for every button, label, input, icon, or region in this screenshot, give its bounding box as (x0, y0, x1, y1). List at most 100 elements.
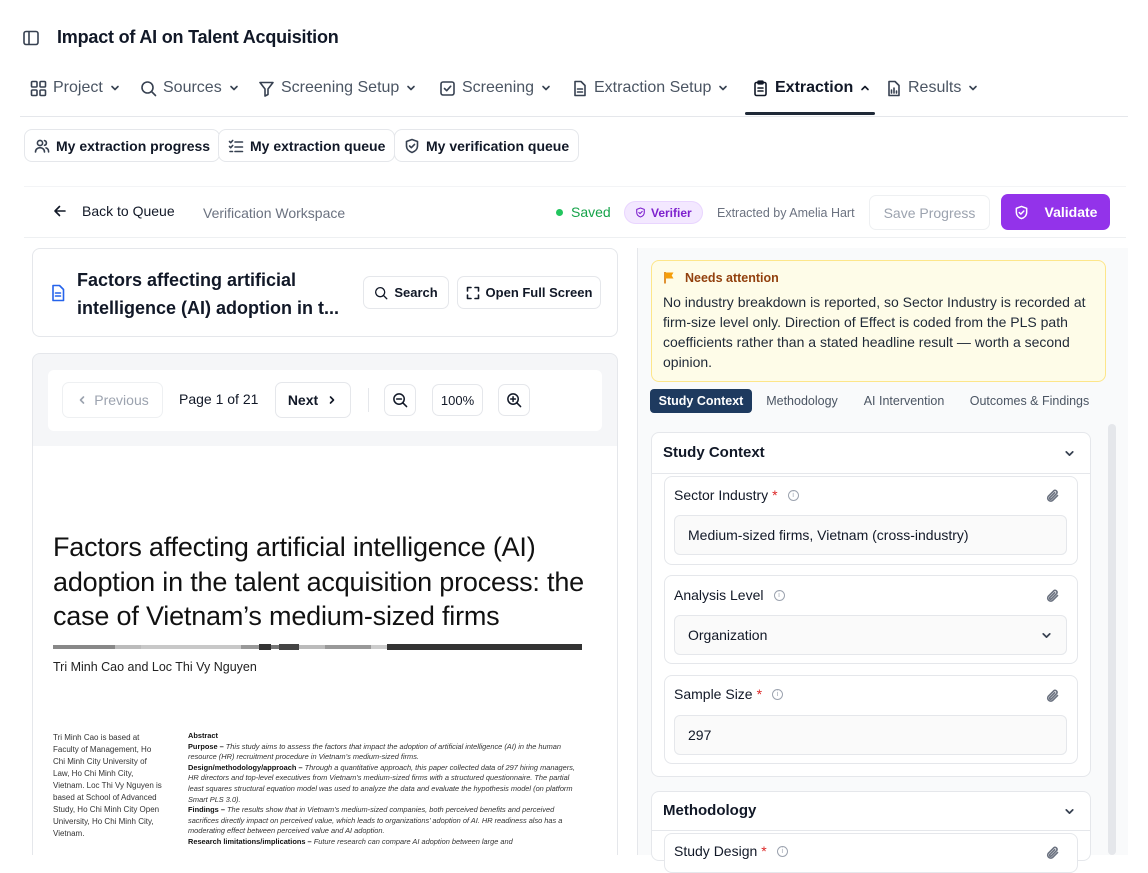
users-icon (34, 139, 50, 153)
back-label: Back to Queue (82, 203, 175, 219)
nav-screening[interactable]: Screening (439, 76, 552, 100)
sample-size-label: Sample Size * i (674, 686, 784, 702)
nav-project[interactable]: Project (30, 76, 121, 100)
tab-methodology[interactable]: Methodology (760, 389, 844, 413)
label-text: Study Design (674, 843, 758, 859)
info-icon[interactable]: i (787, 489, 799, 501)
search-button[interactable]: Search (363, 276, 449, 309)
alert-title: Needs attention (685, 271, 779, 285)
nav-divider (20, 116, 1128, 117)
nav-label: Extraction (775, 79, 854, 96)
chevron-down-icon (229, 85, 238, 91)
sidebar-toggle-icon[interactable] (22, 29, 40, 47)
chevron-down-icon[interactable] (1063, 447, 1076, 460)
abstract-limitations: Research limitations/implications – Futu… (188, 836, 513, 846)
save-progress-button[interactable]: Save Progress (869, 195, 990, 230)
validate-button[interactable]: Validate (1001, 194, 1110, 230)
search-icon (141, 80, 157, 96)
search-label: Search (394, 285, 438, 300)
zoom-in-button[interactable] (498, 384, 530, 416)
required-marker: * (756, 686, 763, 702)
paperclip-icon[interactable] (1045, 488, 1061, 504)
shield-check-icon (636, 207, 645, 218)
pdf-title-rule (53, 644, 582, 650)
zoom-in-icon (507, 393, 522, 408)
zoom-level[interactable]: 100% (432, 384, 483, 416)
active-tab-indicator (745, 112, 875, 115)
pdf-affiliations: Tri Minh Cao is based at Faculty of Mana… (53, 733, 162, 838)
select-value: Organization (688, 627, 768, 643)
required-marker: * (772, 487, 778, 503)
chevron-right-icon (329, 396, 335, 404)
paperclip-icon[interactable] (1045, 845, 1061, 861)
full-screen-label: Open Full Screen (485, 285, 593, 300)
back-to-queue-button[interactable]: Back to Queue (52, 203, 175, 219)
grid-icon (30, 80, 47, 96)
verifier-label: Verifier (651, 205, 692, 220)
section-divider (652, 473, 1090, 474)
nav-sources[interactable]: Sources (140, 76, 240, 100)
previous-page-button[interactable]: Previous (62, 382, 163, 418)
my-verification-queue-button[interactable]: My verification queue (394, 129, 580, 162)
sector-industry-label: Sector Industry * i (674, 487, 799, 503)
input-value: 297 (688, 727, 712, 743)
saved-status: Saved (556, 204, 611, 220)
filter-icon (259, 81, 274, 97)
checkbox-icon (440, 80, 455, 96)
chevron-left-icon (79, 396, 85, 404)
info-icon[interactable]: i (772, 688, 784, 700)
nav-extraction[interactable]: Extraction (752, 76, 871, 100)
nav-label: Project (53, 79, 103, 96)
input-value: Medium-sized firms, Vietnam (cross-indus… (688, 527, 969, 543)
sector-industry-input[interactable]: Medium-sized firms, Vietnam (cross-indus… (674, 515, 1067, 555)
report-icon (888, 80, 900, 96)
my-extraction-progress-button[interactable]: My extraction progress (24, 129, 221, 162)
my-extraction-queue-button[interactable]: My extraction queue (218, 129, 396, 162)
chevron-down-icon (542, 85, 550, 91)
flag-icon (663, 271, 676, 284)
search-icon (375, 286, 388, 299)
button-label: My extraction queue (250, 137, 386, 154)
next-page-button[interactable]: Next (275, 382, 351, 418)
next-label: Next (287, 392, 319, 408)
document-icon (50, 284, 66, 302)
button-label: My verification queue (426, 137, 570, 154)
sample-size-input[interactable]: 297 (674, 715, 1067, 755)
tab-outcomes-findings[interactable]: Outcomes & Findings (964, 389, 1095, 413)
clipboard-icon (754, 79, 767, 96)
abstract-purpose: Purpose – This study aims to assess the … (188, 741, 562, 762)
section-title: Methodology (663, 802, 757, 819)
section-title: Study Context (663, 444, 765, 461)
paperclip-icon[interactable] (1045, 588, 1061, 604)
study-design-label: Study Design * i (674, 843, 788, 859)
nav-results[interactable]: Results (885, 76, 979, 100)
nav-extraction-setup[interactable]: Extraction Setup (571, 76, 729, 100)
project-title: Impact of AI on Talent Acquisition (57, 27, 339, 47)
required-marker: * (761, 843, 767, 859)
tab-study-context[interactable]: Study Context (650, 389, 752, 413)
abstract-heading: Abstract (188, 731, 218, 740)
list-checks-icon (228, 139, 244, 152)
pdf-abstract: Abstract Purpose – This study aims to as… (188, 731, 584, 848)
open-full-screen-button[interactable]: Open Full Screen (457, 276, 601, 309)
nav-label: Screening (462, 79, 535, 96)
button-label: My extraction progress (56, 137, 211, 154)
info-icon[interactable]: i (773, 589, 785, 601)
form-scrollbar[interactable] (1108, 424, 1116, 855)
analysis-level-label: Analysis Level i (674, 587, 785, 603)
pdf-paper-title: Factors affecting artificial intelligenc… (53, 532, 584, 631)
validate-label: Validate (1044, 204, 1098, 220)
analysis-level-select[interactable]: Organization (674, 615, 1067, 655)
chevron-down-icon[interactable] (1063, 805, 1076, 818)
zoom-out-icon (393, 393, 408, 408)
chevron-up-icon (861, 85, 870, 91)
tab-ai-intervention[interactable]: AI Intervention (856, 389, 952, 413)
verifier-badge: Verifier (624, 201, 703, 224)
pagination-divider (368, 388, 369, 412)
shield-check-icon (405, 138, 419, 153)
paperclip-icon[interactable] (1045, 688, 1061, 704)
zoom-out-button[interactable] (384, 384, 416, 416)
expand-icon (466, 286, 479, 299)
nav-screening-setup[interactable]: Screening Setup (258, 76, 417, 100)
chevron-down-icon (407, 85, 416, 91)
